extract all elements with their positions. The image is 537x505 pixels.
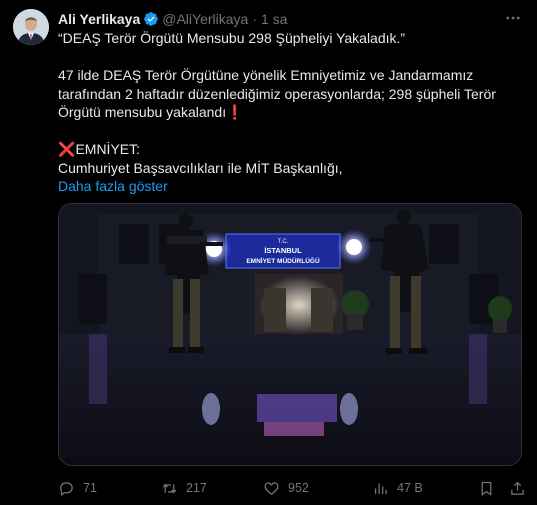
tweet-paragraph-line: tarafından 2 haftadır düzenlediğimiz ope…: [58, 85, 496, 102]
author-handle[interactable]: @AliYerlikaya: [162, 11, 248, 27]
view-count: 47 B: [397, 481, 423, 495]
reply-count: 71: [83, 481, 97, 495]
author-name[interactable]: Ali Yerlikaya: [58, 11, 140, 27]
verified-badge-icon: [143, 11, 159, 27]
tweet-paragraph-text: Örgütü mensubu yakalandı: [58, 104, 227, 120]
share-icon: [511, 481, 524, 495]
sign-text-1: T.C.: [278, 239, 289, 245]
more-dots-icon: [506, 16, 520, 20]
tweet-paragraph-line: 47 ilde DEAŞ Terör Örgütüne yönelik Emni…: [58, 67, 474, 83]
sign-text-2: İSTANBUL: [264, 246, 302, 255]
views-chart-icon: [374, 483, 387, 494]
avatar[interactable]: [13, 9, 49, 45]
tweet-paragraph-line: ❌EMNİYET:: [58, 140, 520, 159]
cross-mark-emoji: ❌: [58, 141, 76, 157]
exclamation-emoji: ❗: [226, 104, 244, 120]
repost-button[interactable]: 217: [161, 478, 207, 498]
tweet-text: “DEAŞ Terör Örgütü Mensubu 298 Şüpheliyi…: [58, 29, 520, 196]
repost-icon: [162, 483, 177, 493]
tweet-actions-bar: 71 217 952 47 B: [58, 478, 528, 498]
separator-dot: ·: [252, 11, 257, 27]
reply-icon: [60, 481, 73, 496]
tweet-header: Ali Yerlikaya @AliYerlikaya · 1 sa: [58, 9, 287, 29]
bookmark-icon: [481, 481, 492, 496]
tweet-paragraph-line: Cumhuriyet Başsavcılıkları ile MİT Başka…: [58, 159, 343, 176]
heart-icon: [264, 481, 279, 495]
reply-button[interactable]: 71: [58, 478, 97, 498]
tweet-quote-line: “DEAŞ Terör Örgütü Mensubu 298 Şüpheliyi…: [58, 30, 406, 46]
like-button[interactable]: 952: [263, 478, 309, 498]
views-button[interactable]: 47 B: [372, 478, 423, 498]
more-options-button[interactable]: [500, 8, 526, 28]
share-button[interactable]: [509, 478, 526, 498]
tweet: Ali Yerlikaya @AliYerlikaya · 1 sa “DEAŞ…: [0, 0, 537, 505]
tweet-paragraph-line: Örgütü mensubu yakalandı❗: [58, 103, 520, 122]
timestamp[interactable]: 1 sa: [261, 11, 287, 27]
repost-count: 217: [186, 481, 207, 495]
bookmark-button[interactable]: [478, 478, 495, 498]
tweet-media-video[interactable]: T.C. İSTANBUL EMNİYET MÜDÜRLÜĞÜ: [58, 203, 522, 466]
show-more-link[interactable]: Daha fazla göster: [58, 177, 520, 196]
tweet-section-label: EMNİYET:: [75, 141, 141, 157]
like-count: 952: [288, 481, 309, 495]
sign-text-3: EMNİYET MÜDÜRLÜĞÜ: [246, 256, 320, 265]
